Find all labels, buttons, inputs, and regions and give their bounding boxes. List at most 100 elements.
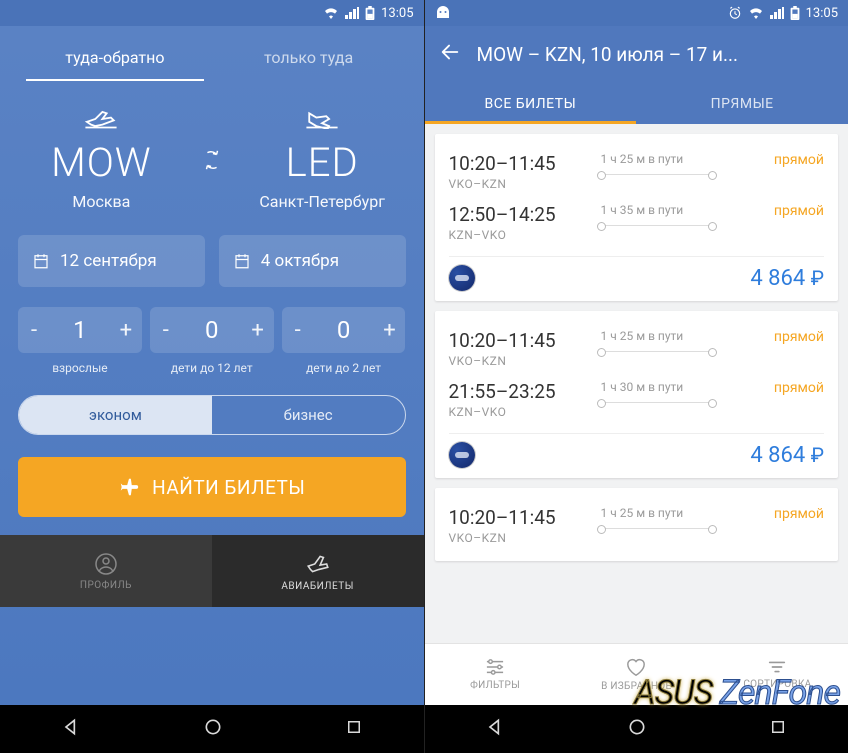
flight-card[interactable]: 10:20–11:45 VKO–KZN 1 ч 25 м в пути прям… [435, 134, 839, 301]
search-screen: туда-обратно только туда MOW Москва LED … [0, 26, 424, 705]
cabin-class-toggle: эконом бизнес [18, 395, 406, 435]
leg-route: VKO–KZN [449, 177, 589, 191]
nav-profile[interactable]: ПРОФИЛЬ [0, 535, 212, 607]
price: 4 864 ₽ [750, 443, 824, 468]
adults-stepper: - 1 + [18, 307, 142, 353]
status-time: 13:05 [381, 6, 413, 21]
destination-airport[interactable]: LED Санкт-Петербург [239, 109, 406, 211]
destination-city: Санкт-Петербург [239, 192, 406, 211]
children-stepper-col: - 0 + дети до 12 лет [150, 307, 274, 375]
flight-leg: 10:20–11:45 VKO–KZN 1 ч 25 м в пути прям… [449, 146, 825, 197]
navbar-back[interactable] [61, 717, 81, 741]
android-head-icon [435, 6, 451, 20]
battery-icon [790, 6, 800, 20]
leg-line [601, 174, 714, 175]
children-plus[interactable]: + [242, 307, 274, 353]
navbar-recent[interactable] [345, 718, 363, 740]
sort-icon [766, 659, 788, 675]
children-minus[interactable]: - [150, 307, 182, 353]
leg-tag: прямой [774, 506, 824, 522]
children-stepper: - 0 + [150, 307, 274, 353]
return-date-button[interactable]: 4 октября [219, 235, 406, 287]
navbar-home[interactable] [627, 717, 647, 741]
sort-button[interactable]: СОРТИРОВКА [707, 644, 848, 705]
tab-direct[interactable]: ПРЯМЫЕ [636, 82, 848, 124]
leg-time: 21:55–23:25 [449, 380, 589, 403]
favorite-button[interactable]: В ИЗБРАННОЕ [566, 644, 707, 705]
search-button[interactable]: НАЙТИ БИЛЕТЫ [18, 457, 406, 517]
infants-stepper-col: - 0 + дети до 2 лет [282, 307, 406, 375]
tab-roundtrip[interactable]: туда-обратно [18, 36, 212, 81]
plane-icon [305, 551, 331, 577]
results-screen: MOW – KZN, 10 июля – 17 и... ВСЕ БИЛЕТЫ … [425, 26, 848, 705]
status-bar: 13:05 [0, 0, 424, 26]
signal-icon [770, 7, 784, 19]
tab-all-tickets[interactable]: ВСЕ БИЛЕТЫ [425, 82, 637, 124]
flight-card[interactable]: 10:20–11:45 VKO–KZN 1 ч 25 м в пути прям… [435, 488, 839, 561]
heart-icon [625, 657, 647, 677]
trip-type-tabs: туда-обратно только туда [18, 36, 406, 81]
tab-oneway[interactable]: только туда [212, 36, 406, 81]
leg-route: VKO–KZN [449, 354, 589, 368]
leg-line [601, 351, 714, 352]
infants-minus[interactable]: - [282, 307, 314, 353]
plane-icon [118, 476, 140, 498]
class-business[interactable]: бизнес [212, 396, 405, 434]
navbar-home[interactable] [203, 717, 223, 741]
leg-route: KZN–VKO [449, 405, 589, 419]
nav-tickets[interactable]: АВИАБИЛЕТЫ [212, 535, 424, 607]
back-button[interactable] [439, 41, 461, 67]
leg-route: KZN–VKO [449, 228, 589, 242]
passengers-row: - 1 + взрослые - 0 + дети до 12 лет - 0 [18, 307, 406, 375]
calendar-icon [32, 252, 50, 270]
leg-duration: 1 ч 25 м в пути [601, 506, 762, 520]
battery-icon [365, 6, 375, 20]
status-bar: 13:05 [425, 0, 848, 26]
leg-time: 12:50–14:25 [449, 203, 589, 226]
origin-city: Москва [18, 192, 185, 211]
calendar-icon [233, 252, 251, 270]
children-label: дети до 12 лет [150, 361, 274, 375]
class-economy[interactable]: эконом [19, 396, 212, 434]
favorite-label: В ИЗБРАННОЕ [601, 681, 671, 692]
navbar-recent[interactable] [769, 718, 787, 740]
airline-logo [449, 442, 475, 468]
leg-time: 10:20–11:45 [449, 329, 589, 352]
swap-button[interactable] [195, 143, 229, 177]
flight-leg: 10:20–11:45 VKO–KZN 1 ч 25 м в пути прям… [449, 500, 825, 551]
adults-minus[interactable]: - [18, 307, 50, 353]
navbar-back[interactable] [485, 717, 505, 741]
adults-value: 1 [50, 316, 110, 344]
sort-label: СОРТИРОВКА [743, 679, 811, 690]
destination-code: LED [239, 139, 406, 186]
leg-duration: 1 ч 30 м в пути [601, 380, 762, 394]
result-tabs: ВСЕ БИЛЕТЫ ПРЯМЫЕ [425, 82, 848, 124]
flight-leg: 12:50–14:25 KZN–VKO 1 ч 35 м в пути прям… [449, 197, 825, 248]
origin-airport[interactable]: MOW Москва [18, 109, 185, 211]
airport-selector: MOW Москва LED Санкт-Петербург [18, 109, 406, 211]
filters-button[interactable]: ФИЛЬТРЫ [425, 644, 566, 705]
return-date-text: 4 октября [261, 251, 339, 271]
nav-profile-label: ПРОФИЛЬ [80, 580, 132, 591]
infants-value: 0 [314, 316, 374, 344]
adults-stepper-col: - 1 + взрослые [18, 307, 142, 375]
leg-line [601, 225, 714, 226]
wifi-icon [323, 7, 339, 19]
results-bottom-nav: ФИЛЬТРЫ В ИЗБРАННОЕ СОРТИРОВКА [425, 643, 848, 705]
leg-duration: 1 ч 35 м в пути [601, 203, 762, 217]
plane-arrive-icon [239, 109, 406, 133]
dates-row: 12 сентября 4 октября [18, 235, 406, 287]
android-navbar [0, 705, 424, 753]
android-navbar [425, 705, 848, 753]
status-time: 13:05 [806, 6, 838, 21]
user-icon [94, 552, 118, 576]
plane-depart-icon [18, 109, 185, 133]
app-bar: MOW – KZN, 10 июля – 17 и... ВСЕ БИЛЕТЫ … [425, 26, 848, 124]
depart-date-button[interactable]: 12 сентября [18, 235, 205, 287]
adults-plus[interactable]: + [110, 307, 142, 353]
leg-tag: прямой [774, 152, 824, 168]
flight-card[interactable]: 10:20–11:45 VKO–KZN 1 ч 25 м в пути прям… [435, 311, 839, 478]
infants-plus[interactable]: + [373, 307, 405, 353]
results-list[interactable]: 10:20–11:45 VKO–KZN 1 ч 25 м в пути прям… [425, 124, 848, 643]
wifi-icon [748, 7, 764, 19]
